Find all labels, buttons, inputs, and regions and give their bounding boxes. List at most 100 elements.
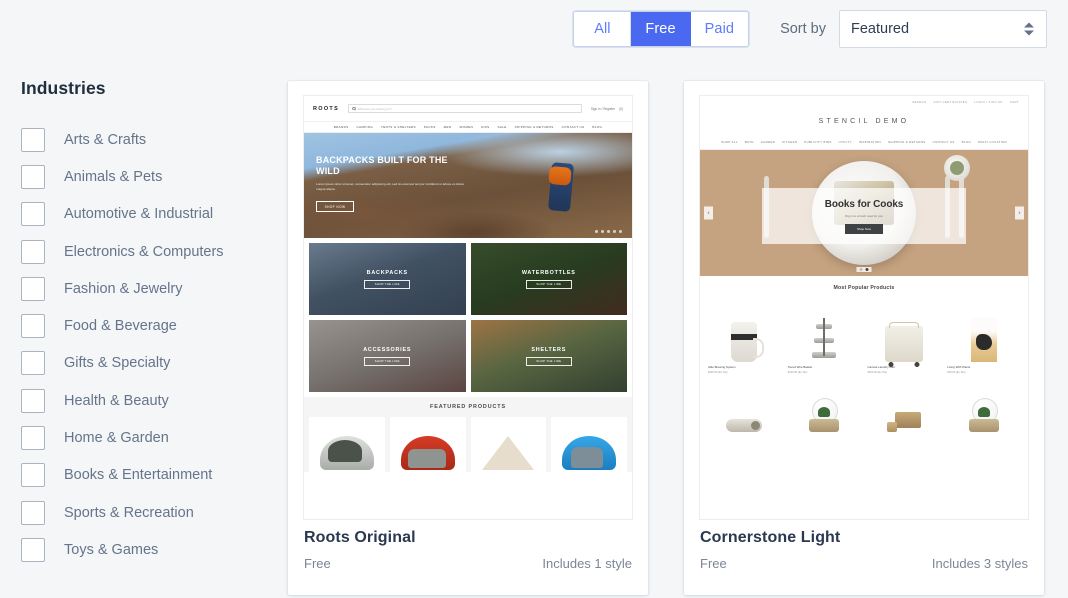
nav-item: PACKS [423, 125, 436, 129]
hero-shop-button: SHOP NOW [316, 201, 354, 213]
secondary-products-row [708, 384, 1020, 432]
filter-toys-games[interactable]: Toys & Games [21, 531, 266, 568]
theme-card-roots-original[interactable]: ROOTS What are you looking for? Sign in … [288, 81, 648, 595]
store-search-box: What are you looking for? [348, 104, 582, 113]
wood-block-icon [886, 411, 921, 432]
filter-electronics-computers[interactable]: Electronics & Computers [21, 233, 266, 270]
preview-store-nav: SHOP ALL BATH GARDEN KITCHEN PUBLICITY B… [700, 134, 1028, 150]
filter-books-entertainment[interactable]: Books & Entertainment [21, 457, 266, 494]
product-item: Living With Plants $18.00 (Ex Tax) [947, 300, 1020, 374]
slider-dots [856, 267, 872, 272]
category-label: WATERBOTTLES [521, 269, 576, 276]
book-cover-icon [970, 318, 997, 362]
checkbox-icon[interactable] [21, 202, 45, 227]
preview-store-brand: STENCIL DEMO [700, 108, 1028, 134]
filter-automotive-industrial[interactable]: Automotive & Industrial [21, 196, 266, 233]
product-image [868, 384, 941, 432]
price-filter-free[interactable]: Free [631, 12, 691, 46]
utility-nav-item: SEARCH [912, 100, 927, 104]
nav-item: PUBLICITY BINS [804, 139, 832, 144]
filter-health-beauty[interactable]: Health & Beauty [21, 382, 266, 419]
backpack-illustration [547, 162, 575, 212]
social-dot-icon [601, 230, 604, 233]
category-button: SHOP THE LINE [364, 356, 411, 366]
utility-nav-item: GIFT CERTIFICATES [933, 100, 968, 104]
checkbox-icon[interactable] [21, 351, 45, 376]
filter-arts-crafts[interactable]: Arts & Crafts [21, 121, 266, 158]
filter-label: Sports & Recreation [64, 504, 194, 521]
checkbox-icon[interactable] [21, 239, 45, 264]
filter-fashion-jewelry[interactable]: Fashion & Jewelry [21, 270, 266, 307]
product-item [708, 384, 781, 432]
theme-card-cornerstone-light[interactable]: SEARCH GIFT CERTIFICATES LOGIN / SIGN UP… [684, 81, 1044, 595]
theme-price: Free [700, 556, 727, 571]
theme-styles-count: Includes 1 style [542, 556, 632, 571]
social-dot-icon [607, 230, 610, 233]
product-image [868, 300, 941, 367]
product-item [788, 384, 861, 432]
category-label: BACKPACKS [366, 269, 408, 276]
product-image [708, 300, 781, 362]
nav-item: GARDEN [760, 139, 776, 144]
checkbox-icon[interactable] [21, 537, 45, 562]
category-tile-accessories: ACCESSORIES SHOP THE LINE [309, 320, 466, 392]
tent-icon [319, 436, 374, 470]
nav-item: WOMEN [459, 125, 474, 129]
preview-popular-products: Most Popular Products Able Brewing Syste… [700, 276, 1028, 432]
filter-sports-recreation[interactable]: Sports & Recreation [21, 494, 266, 531]
theme-price: Free [304, 556, 331, 571]
toolbar: All Free Paid Sort by Featured [0, 0, 1068, 58]
social-dot-icon [595, 230, 598, 233]
product-image [708, 384, 781, 432]
theme-name: Cornerstone Light [700, 529, 841, 546]
product-item: Tiered Wire Basket $149.95 (Ex Tax) [788, 300, 861, 374]
filter-label: Automotive & Industrial [64, 206, 214, 223]
product-item: Canvas Laundry Cart $200.00 (Ex Tax) [868, 300, 941, 374]
stepper-arrows-icon[interactable] [1024, 22, 1034, 36]
sort-by-value: Featured [851, 21, 910, 37]
product-image [947, 384, 1020, 432]
hero-social-icons [595, 230, 622, 233]
sort-by-select[interactable]: Featured [839, 10, 1047, 48]
checkbox-icon[interactable] [21, 164, 45, 189]
filter-label: Home & Garden [64, 430, 169, 447]
filter-animals-pets[interactable]: Animals & Pets [21, 158, 266, 195]
hero-subtitle: Lorem ipsum dolor sit amet, consectetur … [316, 181, 465, 192]
popular-products-title: Most Popular Products [833, 285, 895, 291]
theme-name: Roots Original [304, 529, 416, 546]
product-image [788, 300, 861, 362]
nav-item: CONTACT US [561, 125, 585, 129]
price-filter-segmented-control[interactable]: All Free Paid [573, 11, 750, 47]
checkbox-icon[interactable] [21, 388, 45, 413]
price-filter-paid[interactable]: Paid [690, 12, 749, 46]
coffee-brewer-icon [731, 322, 765, 362]
social-dot-icon [613, 230, 616, 233]
product-thumb [389, 417, 466, 472]
checkbox-icon[interactable] [21, 314, 45, 339]
category-button: SHOP THE LINE [525, 279, 572, 289]
filter-gifts-specialty[interactable]: Gifts & Specialty [21, 345, 266, 382]
nav-item: BATH [744, 139, 754, 144]
preview-store-header: ROOTS What are you looking for? Sign in … [304, 96, 632, 121]
checkbox-icon[interactable] [21, 500, 45, 525]
theme-preview-thumbnail[interactable]: SEARCH GIFT CERTIFICATES LOGIN / SIGN UP… [699, 95, 1029, 520]
checkbox-icon[interactable] [21, 426, 45, 451]
filter-home-garden[interactable]: Home & Garden [21, 419, 266, 456]
cart-count: (0) [619, 106, 623, 111]
product-name: Living With Plants [947, 365, 971, 369]
search-placeholder: What are you looking for? [357, 106, 392, 111]
filter-food-beverage[interactable]: Food & Beverage [21, 307, 266, 344]
hero-subtitle: Dig in to a fresh read for you [845, 213, 883, 218]
preview-hero-banner: BACKPACKS BUILT FOR THE WILD Lorem ipsum… [304, 133, 632, 238]
checkbox-icon[interactable] [21, 463, 45, 488]
category-tile-waterbottles: WATERBOTTLES SHOP THE LINE [470, 243, 627, 315]
product-name: Tiered Wire Basket [787, 365, 813, 369]
social-dot-icon [619, 230, 622, 233]
hero-content: Books for Cooks Dig in to a fresh read f… [762, 188, 966, 244]
nav-item: BRANDS [333, 125, 349, 129]
theme-preview-thumbnail[interactable]: ROOTS What are you looking for? Sign in … [303, 95, 633, 520]
terrarium-icon [809, 397, 840, 432]
checkbox-icon[interactable] [21, 127, 45, 152]
checkbox-icon[interactable] [21, 276, 45, 301]
price-filter-all[interactable]: All [574, 12, 632, 46]
